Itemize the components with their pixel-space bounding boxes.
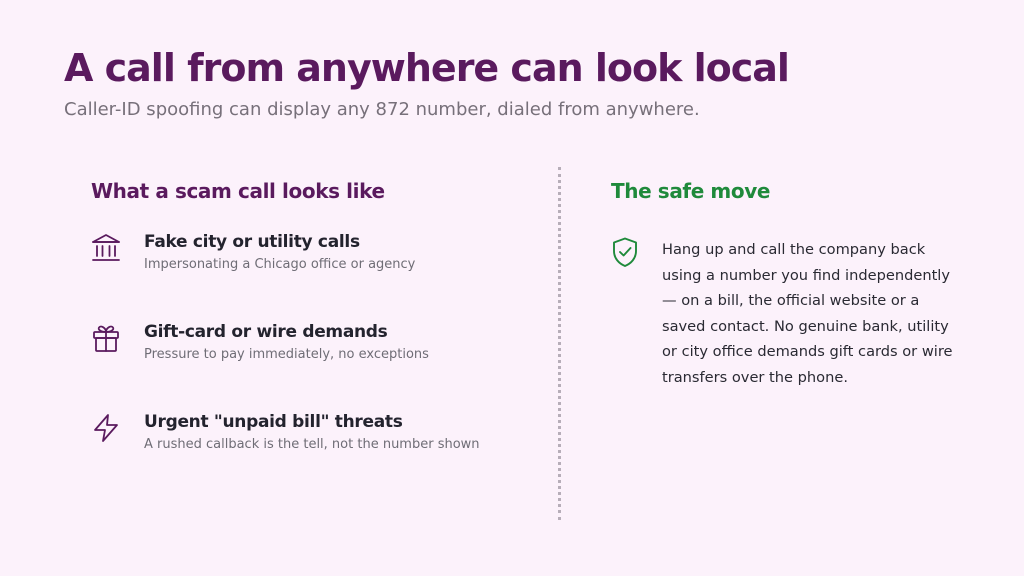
scam-item-gift-card-demands: Gift-card or wire demands Pressure to pa…	[90, 322, 530, 382]
safe-column-heading: The safe move	[611, 179, 771, 203]
scam-column-heading: What a scam call looks like	[91, 179, 385, 203]
slide: A call from anywhere can look local Call…	[0, 0, 1024, 576]
slide-subtitle: Caller-ID spoofing can display any 872 n…	[64, 99, 700, 120]
lightning-bolt-icon	[90, 412, 122, 444]
scam-item-title: Urgent "unpaid bill" threats	[144, 412, 403, 432]
scam-item-description: Pressure to pay immediately, no exceptio…	[144, 347, 429, 362]
bank-building-icon	[90, 232, 122, 264]
scam-item-unpaid-bill-threats: Urgent "unpaid bill" threats A rushed ca…	[90, 412, 530, 472]
gift-icon	[90, 322, 122, 354]
shield-check-icon	[610, 236, 640, 268]
scam-item-title: Fake city or utility calls	[144, 232, 360, 252]
slide-title: A call from anywhere can look local	[64, 46, 790, 90]
scam-item-description: Impersonating a Chicago office or agency	[144, 257, 416, 272]
scam-item-fake-city-calls: Fake city or utility calls Impersonating…	[90, 232, 530, 292]
scam-item-description: A rushed callback is the tell, not the n…	[144, 437, 480, 452]
scam-item-title: Gift-card or wire demands	[144, 322, 388, 342]
safe-advice-text: Hang up and call the company back using …	[662, 241, 953, 386]
column-divider	[558, 167, 561, 520]
